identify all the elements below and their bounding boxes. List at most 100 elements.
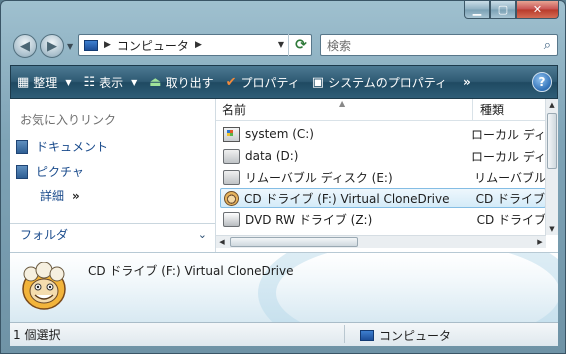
drive-name: system (C:) <box>245 127 314 141</box>
favorite-link-documents[interactable]: ドキュメント <box>16 138 108 155</box>
removable-drive-icon <box>223 169 240 185</box>
details-title: CD ドライブ (F:) Virtual CloneDrive <box>88 264 294 278</box>
breadcrumb-separator-icon[interactable]: ▶ <box>104 40 111 50</box>
vertical-scrollbar[interactable]: ▲ ▼ <box>545 99 558 235</box>
sort-ascending-icon: ▲ <box>339 99 346 108</box>
breadcrumb-computer[interactable]: コンピュータ <box>117 37 189 54</box>
drive-row-f[interactable]: CD ドライブ (F:) Virtual CloneDrive CD ドライブ <box>220 188 546 208</box>
sheep-icon <box>224 190 239 206</box>
help-button[interactable]: ? <box>532 72 552 92</box>
checkmark-icon: ✔ <box>225 74 237 90</box>
magnifier-icon[interactable]: ⌕ <box>544 38 551 53</box>
more-commands-button[interactable]: » <box>457 66 477 98</box>
drive-type: ローカル ディ <box>471 149 546 164</box>
horizontal-scrollbar[interactable]: ◀ ▶ <box>216 235 546 248</box>
documents-icon <box>16 139 28 154</box>
system-properties-button[interactable]: ▣ システムのプロパティ <box>306 66 453 98</box>
computer-icon <box>360 330 374 341</box>
more-links-label: 詳細 <box>40 189 65 203</box>
drive-name: リムーバブル ディスク (E:) <box>245 170 393 185</box>
favorite-link-pictures[interactable]: ピクチャ <box>16 163 84 180</box>
properties-label: プロパティ <box>240 75 300 90</box>
address-dropdown-icon[interactable]: ▼ <box>278 40 284 49</box>
drive-type: ローカル ディ <box>471 127 546 142</box>
organize-button[interactable]: ▦ 整理 ▼ <box>11 66 77 98</box>
search-input[interactable]: 検索 ⌕ <box>320 34 558 56</box>
selection-count: 1 個選択 <box>13 328 61 342</box>
scroll-up-icon[interactable]: ▲ <box>546 99 558 111</box>
double-chevron-icon: » <box>72 189 80 203</box>
drive-row-d[interactable]: data (D:) ローカル ディ <box>220 146 546 166</box>
drive-name: data (D:) <box>245 149 299 163</box>
scroll-left-icon[interactable]: ◀ <box>216 236 228 248</box>
close-icon: ✕ <box>532 3 543 16</box>
details-pane: CD ドライブ (F:) Virtual CloneDrive <box>10 252 558 322</box>
favorite-link-label: ピクチャ <box>36 165 84 179</box>
explorer-window: ▁ ▢ ✕ ◀ ▶ ▼ ▶ コンピュータ ▶ ▼ ⟳ 検索 ⌕ ▦ 整理 ▼ ☷… <box>0 0 566 354</box>
system-properties-icon: ▣ <box>311 74 325 90</box>
organize-icon: ▦ <box>17 74 30 90</box>
vertical-scroll-thumb[interactable] <box>547 113 557 169</box>
minimize-icon: ▁ <box>472 3 482 16</box>
column-header-name[interactable]: ▲ 名前 <box>216 99 473 120</box>
chevron-down-icon: ▼ <box>131 77 138 87</box>
drive-name: DVD RW ドライブ (Z:) <box>245 212 373 227</box>
drive-row-e[interactable]: リムーバブル ディスク (E:) リムーバブル <box>220 167 546 187</box>
minimize-button[interactable]: ▁ <box>464 1 490 19</box>
recent-pages-dropdown[interactable]: ▼ <box>67 42 73 51</box>
drive-row-z[interactable]: DVD RW ドライブ (Z:) CD ドライブ <box>220 209 546 229</box>
back-arrow-icon: ◀ <box>20 38 30 54</box>
column-header-type[interactable]: 種類 <box>473 99 504 120</box>
maximize-icon: ▢ <box>497 3 509 16</box>
decorative-swirl <box>258 253 558 322</box>
status-location-label: コンピュータ <box>379 329 452 343</box>
eject-icon: ⏏ <box>149 74 162 90</box>
navigation-pane: お気に入りリンク ドキュメント ピクチャ 詳細 » フォルダ ⌄ <box>10 99 215 252</box>
column-headers: ▲ 名前 種類 <box>216 99 546 121</box>
drive-type: CD ドライブ <box>476 212 546 227</box>
status-location: コンピュータ <box>360 327 451 344</box>
forward-button[interactable]: ▶ <box>40 34 64 58</box>
status-divider <box>344 325 345 343</box>
address-bar[interactable]: ▶ コンピュータ ▶ ▼ <box>78 34 312 56</box>
chevron-down-icon: ▼ <box>65 77 72 87</box>
refresh-button[interactable]: ⟳ <box>288 34 313 56</box>
organize-label: 整理 <box>33 75 58 90</box>
drive-name: CD ドライブ (F:) Virtual CloneDrive <box>244 191 450 206</box>
search-placeholder: 検索 <box>327 38 352 53</box>
back-button[interactable]: ◀ <box>13 34 37 58</box>
maximize-button[interactable]: ▢ <box>490 1 516 19</box>
refresh-icon: ⟳ <box>295 37 307 53</box>
favorite-link-label: ドキュメント <box>36 140 109 154</box>
favorites-header: お気に入りリンク <box>20 113 117 127</box>
more-links[interactable]: 詳細 » <box>40 187 80 204</box>
system-properties-label: システムのプロパティ <box>328 75 448 90</box>
file-list: ▲ 名前 種類 system (C:) ローカル ディ data (D:) ロー… <box>215 99 558 252</box>
views-label: 表示 <box>99 75 124 90</box>
scroll-down-icon[interactable]: ▼ <box>546 223 558 235</box>
close-button[interactable]: ✕ <box>516 1 559 19</box>
drive-type: リムーバブル <box>474 170 546 185</box>
breadcrumb-chevron-icon[interactable]: ▶ <box>195 40 202 50</box>
computer-icon <box>84 39 98 51</box>
window-controls: ▁ ▢ ✕ <box>464 1 559 20</box>
forward-arrow-icon: ▶ <box>47 38 57 54</box>
drive-row-c[interactable]: system (C:) ローカル ディ <box>220 124 546 144</box>
folders-section-header[interactable]: フォルダ ⌄ <box>10 223 215 245</box>
drive-type: CD ドライブ <box>475 191 545 206</box>
properties-button[interactable]: ✔ プロパティ <box>220 66 306 98</box>
status-bar: 1 個選択 コンピュータ <box>10 322 558 346</box>
eject-button[interactable]: ⏏ 取り出す <box>143 66 219 98</box>
views-button[interactable]: ☷ 表示 ▼ <box>77 66 143 98</box>
horizontal-scroll-thumb[interactable] <box>230 237 358 247</box>
command-bar: ▦ 整理 ▼ ☷ 表示 ▼ ⏏ 取り出す ✔ プロパティ ▣ システムのプロパテ… <box>10 65 558 99</box>
chevron-down-icon: ⌄ <box>197 228 207 241</box>
column-header-type-label: 種類 <box>480 103 505 117</box>
dvd-drive-icon <box>223 211 240 227</box>
column-header-name-label: 名前 <box>222 103 247 117</box>
views-icon: ☷ <box>83 74 96 90</box>
hard-drive-icon <box>223 148 240 164</box>
folders-label: フォルダ <box>20 228 69 242</box>
scroll-right-icon[interactable]: ▶ <box>534 236 546 248</box>
pictures-icon <box>16 164 28 179</box>
